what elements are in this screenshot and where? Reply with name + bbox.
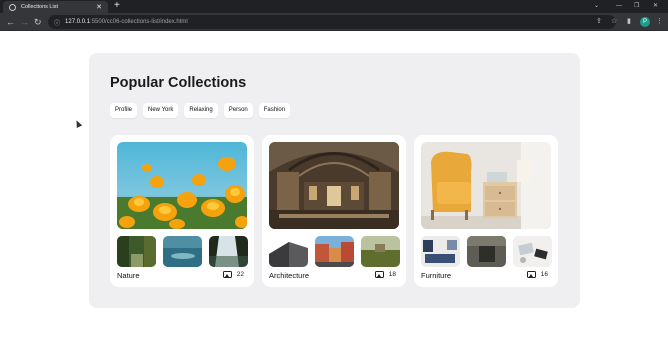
- nature-thumb-water[interactable]: [163, 236, 202, 267]
- profile-avatar[interactable]: P: [640, 17, 650, 27]
- forward-button[interactable]: →: [20, 16, 29, 28]
- tag-list: Profile New York Relaxing Person Fashion: [110, 103, 291, 118]
- page-title: Popular Collections: [110, 75, 247, 91]
- photo-count: 18: [374, 271, 396, 278]
- tag-new-york[interactable]: New York: [143, 103, 179, 118]
- image-icon: [222, 271, 232, 278]
- tab-collections-list[interactable]: Collections List ✕: [3, 1, 108, 13]
- globe-icon: [9, 3, 16, 11]
- tab-title: Collections List: [21, 4, 58, 10]
- image-icon: [374, 271, 384, 278]
- nature-thumb-waterfall[interactable]: [209, 236, 248, 267]
- architecture-main-photo: [269, 142, 399, 229]
- architecture-thumb-street[interactable]: [315, 236, 354, 267]
- restore-button[interactable]: ❐: [634, 1, 639, 11]
- address-bar[interactable]: ⓘ 127.0.0.1:5500/cc06-collections-list/i…: [48, 15, 616, 29]
- furniture-thumb-living-room[interactable]: [421, 236, 460, 267]
- architecture-thumb-landscape[interactable]: [361, 236, 400, 267]
- minimize-button[interactable]: —: [616, 1, 622, 11]
- back-button[interactable]: ←: [6, 16, 15, 28]
- collection-card-nature[interactable]: Nature 22: [110, 135, 254, 287]
- furniture-thumb-desk[interactable]: [513, 236, 552, 267]
- close-tab-icon[interactable]: ✕: [96, 4, 102, 11]
- photo-count-value: 18: [388, 271, 396, 278]
- share-icon[interactable]: ⇪: [596, 16, 602, 28]
- furniture-main-photo: [421, 142, 551, 229]
- card-title: Nature: [117, 271, 140, 280]
- tab-search-icon[interactable]: ⌄: [594, 1, 599, 11]
- photo-count: 22: [222, 271, 244, 278]
- reload-button[interactable]: ↻: [34, 16, 42, 28]
- tag-person[interactable]: Person: [223, 103, 253, 118]
- image-icon: [526, 271, 536, 278]
- side-panel-icon[interactable]: ▮: [627, 16, 631, 28]
- close-window-button[interactable]: ✕: [653, 1, 658, 11]
- photo-count-value: 22: [236, 271, 244, 278]
- tab-strip: Collections List ✕ + ⌄ — ❐ ✕: [0, 0, 668, 13]
- url-text: 127.0.0.1:5500/cc06-collections-list/ind…: [65, 19, 188, 25]
- menu-kebab-icon[interactable]: ⋮: [656, 16, 663, 28]
- photo-count-value: 16: [540, 271, 548, 278]
- collection-card-architecture[interactable]: Architecture 18: [262, 135, 406, 287]
- furniture-thumb-chair[interactable]: [467, 236, 506, 267]
- new-tab-button[interactable]: +: [114, 1, 120, 11]
- site-info-icon[interactable]: ⓘ: [54, 18, 60, 27]
- mouse-cursor-icon: [73, 119, 83, 128]
- photo-count: 16: [526, 271, 548, 278]
- bookmark-star-icon[interactable]: ☆: [611, 16, 617, 28]
- card-title: Furniture: [421, 271, 452, 280]
- architecture-thumb-building[interactable]: [269, 236, 308, 267]
- tag-fashion[interactable]: Fashion: [258, 103, 291, 118]
- tag-profile[interactable]: Profile: [110, 103, 138, 118]
- nature-main-photo: [117, 142, 247, 229]
- collection-card-furniture[interactable]: Furniture 16: [414, 135, 558, 287]
- card-title: Architecture: [269, 271, 310, 280]
- browser-toolbar: ← → ↻ ⓘ 127.0.0.1:5500/cc06-collections-…: [0, 13, 668, 31]
- nature-thumb-forest[interactable]: [117, 236, 156, 267]
- tag-relaxing[interactable]: Relaxing: [184, 103, 218, 118]
